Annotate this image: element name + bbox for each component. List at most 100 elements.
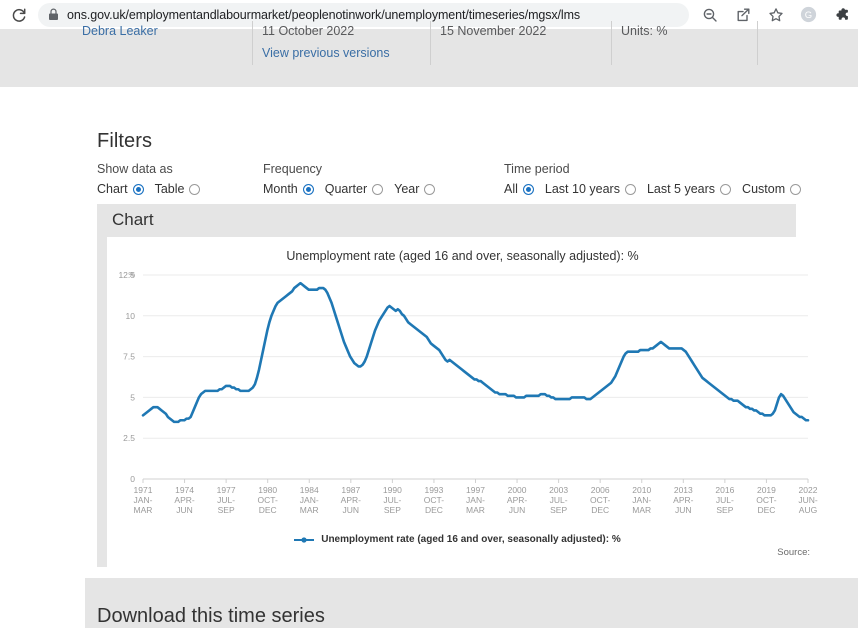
svg-text:APR-: APR- <box>174 495 194 505</box>
radio-input-chart[interactable] <box>132 183 144 195</box>
radio-input-all[interactable] <box>522 183 534 195</box>
svg-text:G: G <box>805 10 812 21</box>
chart-source-label: Source: <box>777 547 810 558</box>
svg-text:2000: 2000 <box>508 485 527 495</box>
radio-label-custom: Custom <box>742 182 786 196</box>
page-content: Debra Leaker 11 October 2022 15 November… <box>0 21 858 628</box>
chart-panel-heading: Chart <box>112 210 154 229</box>
metadata-contact: Debra Leaker <box>82 24 158 38</box>
svg-text:OCT-: OCT- <box>424 495 444 505</box>
svg-text:1997: 1997 <box>466 485 485 495</box>
svg-text:2010: 2010 <box>632 485 651 495</box>
filter-group-show-data-as: Show data as Chart Table <box>97 162 201 196</box>
radio-row-time-period: All Last 10 years Last 5 years Custom <box>504 182 802 196</box>
svg-text:1971: 1971 <box>134 485 153 495</box>
radio-label-quarter: Quarter <box>324 182 368 196</box>
radio-option-last-10-years[interactable]: Last 10 years <box>545 182 636 196</box>
svg-text:APR-: APR- <box>507 495 527 505</box>
svg-text:JUN: JUN <box>343 505 360 515</box>
meta-divider <box>252 21 253 65</box>
svg-text:JAN-: JAN- <box>134 495 153 505</box>
svg-text:OCT-: OCT- <box>258 495 278 505</box>
svg-text:SEP: SEP <box>716 505 733 515</box>
legend-line-marker-icon <box>293 536 315 544</box>
url-text: ons.gov.uk/employmentandlabourmarket/peo… <box>67 7 581 22</box>
metadata-units: Units: % <box>621 24 668 38</box>
google-profile-icon[interactable]: G <box>792 1 825 29</box>
metadata-next-release: 15 November 2022 <box>440 24 547 38</box>
svg-text:2016: 2016 <box>715 485 734 495</box>
radio-option-table[interactable]: Table <box>155 182 201 196</box>
bookmark-star-icon[interactable] <box>759 1 792 29</box>
svg-text:OCT-: OCT- <box>590 495 610 505</box>
radio-option-month[interactable]: Month <box>263 182 314 196</box>
zoom-out-icon[interactable] <box>693 1 726 29</box>
svg-text:SEP: SEP <box>218 505 235 515</box>
filter-group-time-period: Time period All Last 10 years Last 5 yea… <box>504 162 802 196</box>
meta-divider <box>757 21 758 65</box>
radio-input-month[interactable] <box>302 183 314 195</box>
svg-text:DEC: DEC <box>757 505 775 515</box>
svg-text:DEC: DEC <box>591 505 609 515</box>
svg-text:10: 10 <box>126 311 136 321</box>
radio-input-last-10-years[interactable] <box>624 183 636 195</box>
svg-text:DEC: DEC <box>425 505 443 515</box>
svg-text:JUL-: JUL- <box>217 495 235 505</box>
svg-text:2003: 2003 <box>549 485 568 495</box>
svg-text:JAN-: JAN- <box>466 495 485 505</box>
svg-text:APR-: APR- <box>673 495 693 505</box>
svg-text:JUN: JUN <box>509 505 526 515</box>
chart-container: Unemployment rate (aged 16 and over, sea… <box>97 237 818 567</box>
radio-option-chart[interactable]: Chart <box>97 182 144 196</box>
radio-input-table[interactable] <box>189 183 201 195</box>
radio-label-table: Table <box>154 182 185 196</box>
metadata-release-date: 11 October 2022 <box>262 24 355 38</box>
svg-text:7.5: 7.5 <box>123 352 135 362</box>
filters-heading: Filters <box>97 130 153 152</box>
svg-text:12.5: 12.5 <box>118 270 135 280</box>
share-icon[interactable] <box>726 1 759 29</box>
svg-text:SEP: SEP <box>550 505 567 515</box>
svg-text:1984: 1984 <box>300 485 319 495</box>
svg-text:MAR: MAR <box>466 505 485 515</box>
download-section-heading: Download this time series <box>97 605 325 627</box>
filter-label-show-data-as: Show data as <box>97 162 173 176</box>
reload-icon[interactable] <box>8 1 30 29</box>
svg-text:SEP: SEP <box>384 505 401 515</box>
radio-input-last-5-years[interactable] <box>720 183 732 195</box>
address-bar[interactable]: ons.gov.uk/employmentandlabourmarket/peo… <box>38 2 689 27</box>
radio-option-last-5-years[interactable]: Last 5 years <box>647 182 732 196</box>
filter-label-time-period: Time period <box>504 162 570 176</box>
svg-text:1977: 1977 <box>217 485 236 495</box>
svg-text:MAR: MAR <box>300 505 319 515</box>
metadata-strip: Debra Leaker 11 October 2022 15 November… <box>0 21 858 87</box>
svg-text:2022: 2022 <box>799 485 818 495</box>
svg-text:5: 5 <box>130 392 135 402</box>
radio-row-show-data-as: Chart Table <box>97 182 201 196</box>
radio-label-chart: Chart <box>97 182 128 196</box>
svg-text:1974: 1974 <box>175 485 194 495</box>
view-previous-versions-link[interactable]: View previous versions <box>262 46 390 60</box>
unemployment-rate-line-chart: %02.557.51012.51971JAN-MAR1974APR-JUN197… <box>118 270 818 515</box>
svg-text:2.5: 2.5 <box>123 433 135 443</box>
radio-option-year[interactable]: Year <box>394 182 436 196</box>
chart-panel-header: Chart <box>97 204 796 237</box>
chart-legend: Unemployment rate (aged 16 and over, sea… <box>107 534 807 545</box>
browser-action-icons: G <box>693 1 858 29</box>
svg-text:2006: 2006 <box>591 485 610 495</box>
radio-input-quarter[interactable] <box>372 183 384 195</box>
radio-option-all[interactable]: All <box>504 182 534 196</box>
radio-label-last-10-years: Last 10 years <box>544 182 620 196</box>
filter-label-frequency: Frequency <box>263 162 323 176</box>
svg-text:JUN: JUN <box>675 505 692 515</box>
radio-option-custom[interactable]: Custom <box>742 182 802 196</box>
radio-input-custom[interactable] <box>790 183 802 195</box>
radio-option-quarter[interactable]: Quarter <box>324 182 384 196</box>
chart-title: Unemployment rate (aged 16 and over, sea… <box>286 249 639 263</box>
svg-text:0: 0 <box>130 474 135 484</box>
radio-input-year[interactable] <box>424 183 436 195</box>
svg-text:JUL-: JUL- <box>716 495 734 505</box>
extensions-puzzle-icon[interactable] <box>825 1 858 29</box>
svg-text:DEC: DEC <box>259 505 277 515</box>
svg-text:1980: 1980 <box>258 485 277 495</box>
